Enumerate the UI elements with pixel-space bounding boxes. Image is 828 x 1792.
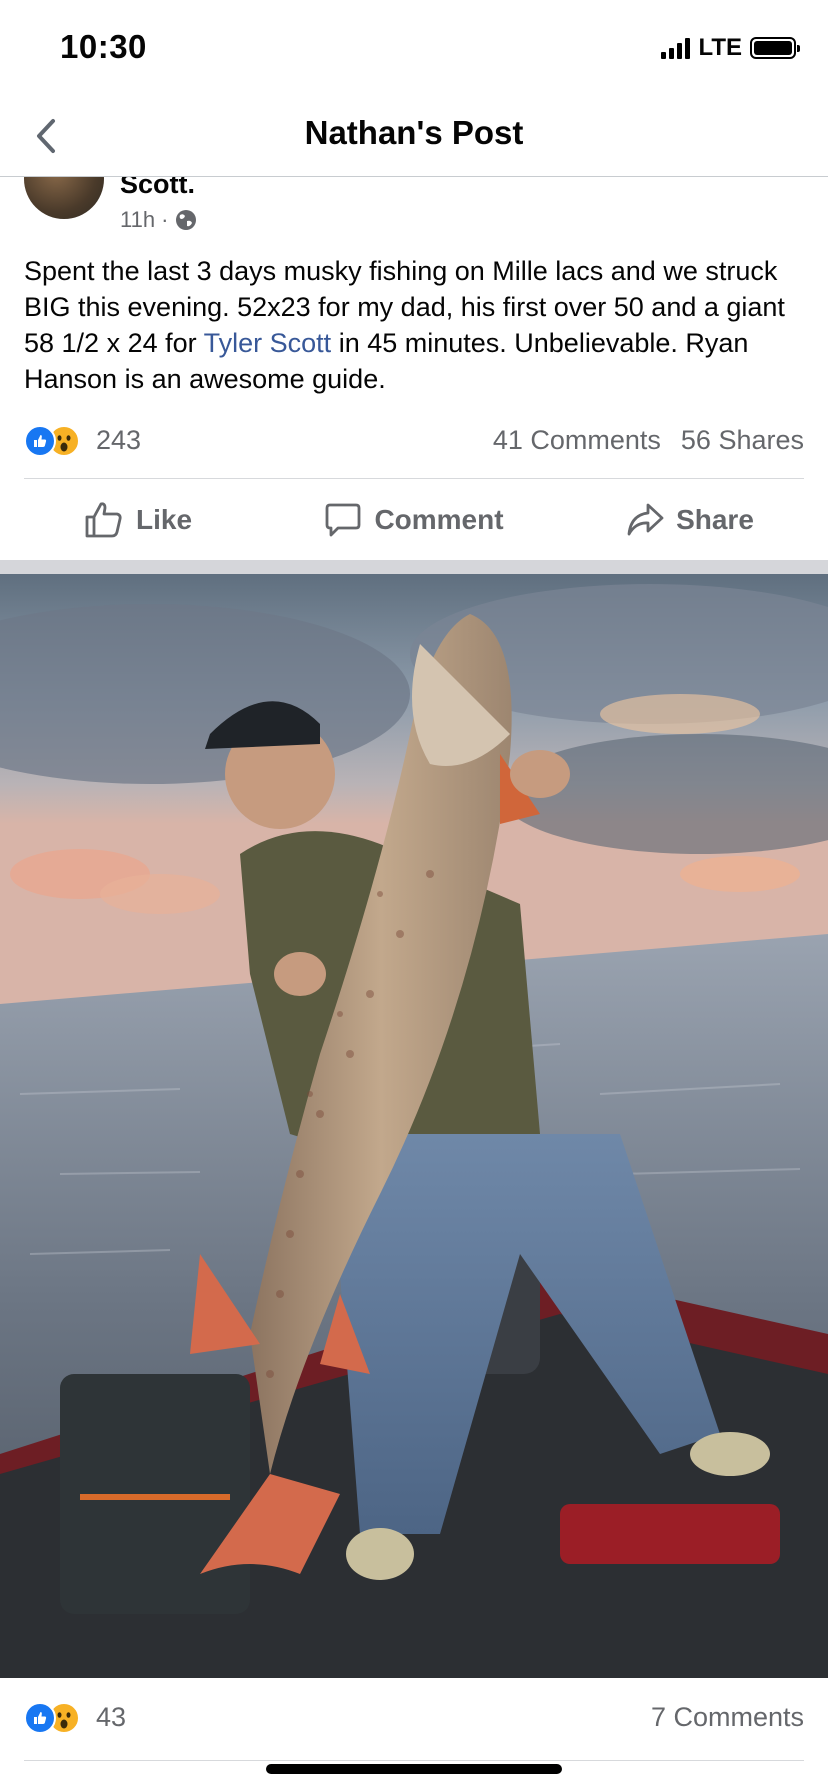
divider	[24, 1760, 804, 1761]
photo-reaction-icons	[24, 1702, 80, 1734]
action-bar: Like Comment Share	[0, 479, 828, 561]
post-photo[interactable]	[0, 574, 828, 1678]
post-time[interactable]: 11h	[120, 207, 155, 233]
comments-count[interactable]: 41 Comments	[493, 425, 661, 456]
comment-button[interactable]: Comment	[276, 479, 552, 561]
share-label: Share	[676, 504, 754, 535]
post-meta: 11h ·	[120, 207, 198, 233]
photo-reaction-count: 43	[96, 1702, 127, 1732]
like-reaction-icon	[24, 425, 56, 457]
battery-icon	[750, 37, 800, 59]
meta-separator: ·	[161, 207, 169, 232]
back-button[interactable]	[22, 112, 70, 160]
engagement-counts: 41 Comments 56 Shares	[493, 425, 804, 456]
musky-photo	[0, 574, 828, 1678]
status-time: 10:30	[60, 28, 147, 65]
like-reaction-icon	[24, 1702, 56, 1734]
status-indicators: LTE	[661, 34, 800, 62]
author-name[interactable]: Scott.	[120, 177, 195, 200]
post-separator	[0, 560, 828, 574]
like-button[interactable]: Like	[0, 479, 276, 561]
reactions-summary[interactable]: 243 41 Comments 56 Shares	[24, 421, 804, 461]
photo-reactions-summary[interactable]: 43 7 Comments	[24, 1698, 804, 1742]
comment-bubble-icon	[326, 503, 361, 537]
reaction-icons	[24, 425, 80, 457]
nav-bar: Nathan's Post	[0, 100, 828, 177]
status-bar: 10:30 LTE	[0, 0, 828, 100]
back-chevron-icon	[37, 119, 55, 153]
comment-label: Comment	[374, 504, 504, 535]
avatar[interactable]	[24, 177, 104, 219]
reaction-count: 243	[96, 425, 142, 455]
share-button[interactable]: Share	[552, 479, 828, 561]
thumbs-up-icon	[85, 502, 122, 538]
post: Scott. 11h · Spent the last 3 days musky…	[0, 177, 828, 562]
shares-count[interactable]: 56 Shares	[681, 425, 804, 456]
photo-comments-count[interactable]: 7 Comments	[651, 1702, 804, 1733]
page-title: Nathan's Post	[304, 114, 524, 151]
like-label: Like	[135, 504, 193, 535]
network-type: LTE	[698, 34, 742, 61]
home-indicator[interactable]	[266, 1764, 562, 1774]
mention-link[interactable]: Tyler Scott	[204, 328, 332, 358]
share-arrow-icon	[627, 503, 664, 536]
post-text: Spent the last 3 days musky fishing on M…	[24, 253, 804, 397]
signal-icon	[661, 37, 691, 59]
globe-icon	[176, 210, 197, 230]
